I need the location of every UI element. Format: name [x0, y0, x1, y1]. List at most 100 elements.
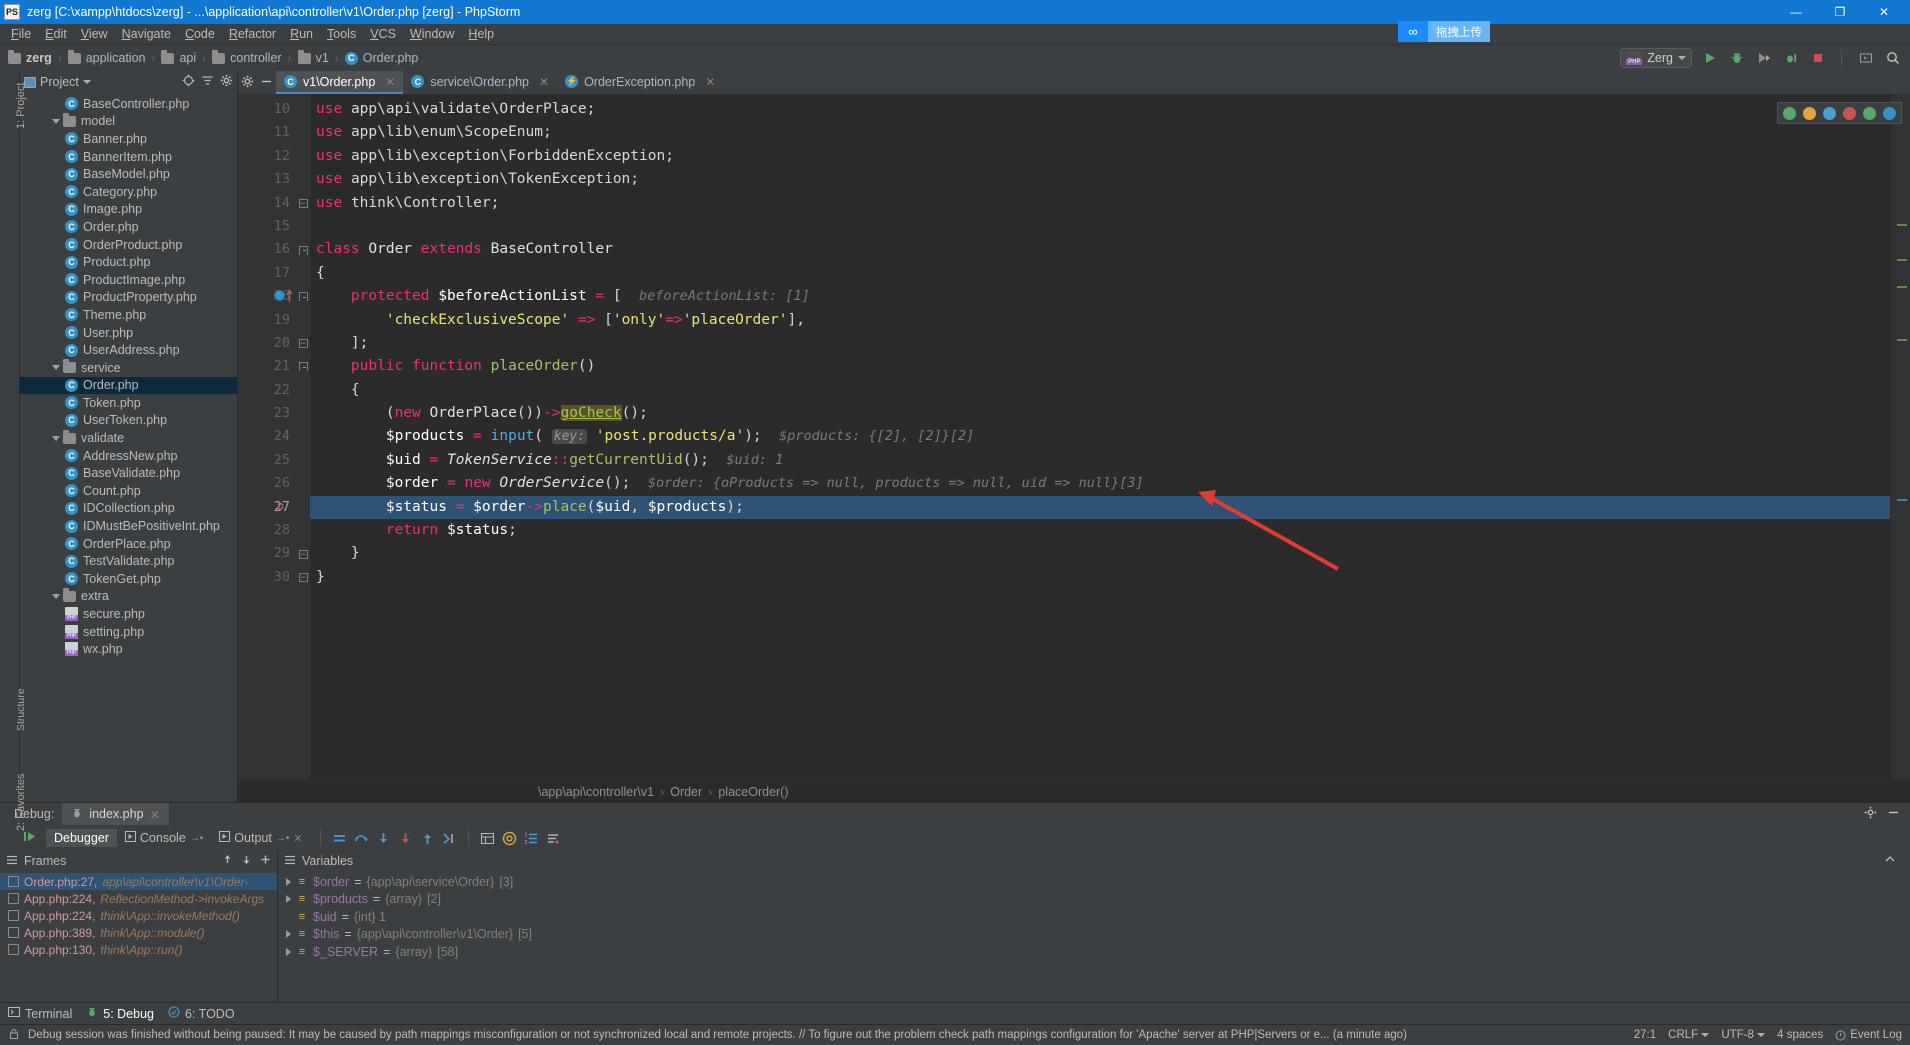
line-number[interactable]: 11 — [238, 121, 296, 144]
fold-marker[interactable] — [296, 121, 310, 144]
restore-layout-button[interactable] — [1856, 49, 1875, 68]
tree-item-orderplace-php[interactable]: C OrderPlace.php — [20, 535, 237, 553]
line-number[interactable]: 16 — [238, 238, 296, 261]
tree-item-basecontroller-php[interactable]: C BaseController.php — [20, 95, 237, 113]
expand-triangle-icon[interactable] — [286, 877, 291, 886]
close-icon[interactable]: ✕ — [539, 75, 549, 89]
fold-marker[interactable] — [296, 496, 310, 519]
line-number[interactable]: 26 — [238, 472, 296, 495]
attach-debugger-button[interactable] — [1781, 49, 1800, 68]
debug-tab-debugger[interactable]: Debugger — [46, 829, 117, 847]
search-everywhere-icon[interactable] — [1883, 49, 1902, 68]
fold-end-icon[interactable]: − — [298, 198, 308, 208]
editor-tab-service-order-php[interactable]: Cservice\Order.php ✕ — [403, 71, 557, 94]
fold-marker[interactable]: − — [296, 192, 310, 215]
line-number[interactable]: 30 — [238, 566, 296, 589]
breadcrumb-item-api[interactable]: api — [161, 49, 196, 65]
line-number[interactable]: 27 ➲ — [238, 496, 296, 519]
tree-item-category-php[interactable]: C Category.php — [20, 183, 237, 201]
line-number[interactable]: 19 — [238, 309, 296, 332]
fold-marker[interactable] — [296, 215, 310, 238]
breadcrumb-item-zerg[interactable]: zerg — [8, 49, 52, 65]
debug-session-tab[interactable]: index.php ✕ — [62, 803, 170, 825]
tree-item-basemodel-php[interactable]: C BaseModel.php — [20, 165, 237, 183]
code-line[interactable]: use app\lib\exception\TokenException; — [310, 168, 1890, 191]
line-number-gutter[interactable]: 101112131415161718192021222324252627➲282… — [238, 94, 296, 780]
step-out-icon[interactable] — [418, 829, 437, 848]
line-number[interactable]: 20 — [238, 332, 296, 355]
code-line[interactable]: } — [310, 566, 1890, 589]
chevron-down-icon[interactable] — [50, 362, 61, 373]
code-line[interactable]: $uid = TokenService::getCurrentUid(); $u… — [310, 449, 1890, 472]
code-line[interactable] — [310, 215, 1890, 238]
tree-item-theme-php[interactable]: C Theme.php — [20, 306, 237, 324]
warning-icon[interactable] — [1803, 106, 1816, 120]
tree-item-idmustbepositiveint-php[interactable]: C IDMustBePositiveInt.php — [20, 517, 237, 535]
fold-marker[interactable] — [296, 449, 310, 472]
gear-icon[interactable] — [1864, 806, 1877, 822]
force-step-into-icon[interactable] — [396, 829, 415, 848]
line-number[interactable]: 17 — [238, 262, 296, 285]
fold-marker[interactable] — [296, 425, 310, 448]
fold-end-icon[interactable]: − — [298, 549, 308, 559]
pin-icon[interactable]: →• — [190, 833, 204, 844]
tree-item-tokenget-php[interactable]: C TokenGet.php — [20, 570, 237, 588]
php-icon[interactable] — [1863, 106, 1876, 120]
line-number[interactable]: 22 — [238, 379, 296, 402]
resume-program-icon[interactable] — [22, 829, 37, 847]
run-with-coverage-button[interactable] — [1754, 49, 1773, 68]
fold-marker[interactable] — [296, 98, 310, 121]
close-icon[interactable]: ✕ — [385, 75, 395, 89]
expand-triangle-icon[interactable] — [286, 895, 291, 904]
line-number[interactable]: 12 — [238, 145, 296, 168]
variable-row[interactable]: ≡ $products = {array} [2] — [278, 891, 1910, 909]
code-text[interactable]: use app\api\validate\OrderPlace; use app\… — [310, 94, 1890, 780]
breadcrumb-item-v1[interactable]: v1 — [297, 49, 329, 65]
tree-item-addressnew-php[interactable]: C AddressNew.php — [20, 447, 237, 465]
line-number[interactable]: 29 — [238, 542, 296, 565]
close-button[interactable]: ✕ — [1862, 0, 1906, 24]
minimize-icon[interactable] — [1887, 806, 1900, 822]
event-log-button[interactable]: Event Log — [1835, 1029, 1902, 1041]
code-line[interactable]: return $status; — [310, 519, 1890, 542]
settings-icon[interactable] — [544, 829, 563, 848]
tree-item-user-php[interactable]: C User.php — [20, 324, 237, 342]
tree-item-secure-php[interactable]: PHP secure.php — [20, 605, 237, 623]
menu-item-tools[interactable]: Tools — [320, 25, 363, 43]
variable-row[interactable]: ≡ $uid = {int} 1 — [278, 908, 1910, 926]
tool-window-terminal[interactable]: Terminal — [8, 1006, 72, 1021]
menu-item-view[interactable]: View — [74, 25, 115, 43]
run-button[interactable] — [1700, 49, 1719, 68]
fold-marker[interactable] — [296, 519, 310, 542]
inspection-widget[interactable] — [1777, 102, 1902, 124]
variable-row[interactable]: ≡ $this = {app\api\controller\v1\Order} [5] — [278, 926, 1910, 944]
error-icon[interactable] — [1843, 106, 1856, 120]
menu-item-help[interactable]: Help — [461, 25, 501, 43]
fold-end-icon[interactable]: − — [298, 339, 308, 349]
line-number[interactable]: 18 — [238, 285, 296, 308]
line-number[interactable]: 10 — [238, 98, 296, 121]
edit-icon[interactable] — [1883, 106, 1896, 120]
editor-breadcrumb-item[interactable]: placeOrder() — [718, 785, 788, 799]
fold-marker[interactable]: − — [296, 566, 310, 589]
expand-triangle-icon[interactable] — [286, 947, 291, 956]
fold-start-icon[interactable] — [298, 245, 308, 255]
fold-marker[interactable]: − — [296, 542, 310, 565]
tree-item-banner-php[interactable]: C Banner.php — [20, 130, 237, 148]
run-to-cursor-icon[interactable] — [440, 829, 459, 848]
variables-list[interactable]: ≡ $order = {app\api\service\Order} [3] ≡ $prod… — [278, 871, 1910, 1002]
debug-button[interactable] — [1727, 49, 1746, 68]
tree-item-wx-php[interactable]: PHP wx.php — [20, 640, 237, 658]
editor-tab-orderexception-php[interactable]: ⚡ OrderException.php ✕ — [557, 71, 723, 94]
status-message[interactable]: Debug session was finished without being… — [28, 1029, 1407, 1041]
fold-marker[interactable]: − — [296, 332, 310, 355]
tree-item-usertoken-php[interactable]: C UserToken.php — [20, 412, 237, 430]
close-icon[interactable]: ✕ — [705, 75, 715, 89]
frame-row[interactable]: App.php:130, think\App::run() — [0, 941, 277, 958]
tree-item-orderproduct-php[interactable]: C OrderProduct.php — [20, 236, 237, 254]
line-number[interactable]: 21 — [238, 355, 296, 378]
tree-item-count-php[interactable]: C Count.php — [20, 482, 237, 500]
code-folding-gutter[interactable]: − − − − — [296, 94, 310, 780]
code-line[interactable]: use app\lib\exception\ForbiddenException… — [310, 145, 1890, 168]
code-line[interactable]: } — [310, 542, 1890, 565]
